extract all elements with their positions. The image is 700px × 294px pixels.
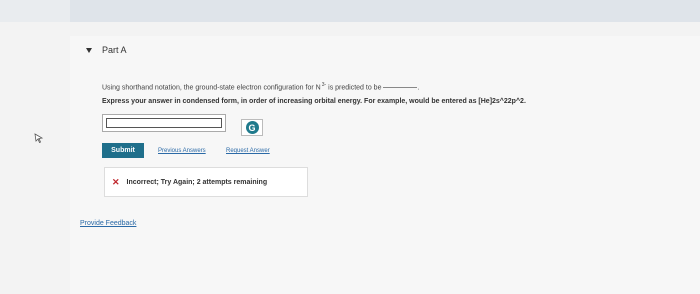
- ion-charge: 3-: [321, 82, 327, 88]
- top-panel: [70, 0, 700, 22]
- answer-input[interactable]: [106, 118, 222, 128]
- submit-button[interactable]: Submit: [102, 143, 144, 158]
- feedback-box: ✕ Incorrect; Try Again; 2 attempts remai…: [104, 167, 308, 197]
- answer-box: [102, 114, 226, 132]
- feedback-message: Incorrect; Try Again; 2 attempts remaini…: [126, 178, 268, 186]
- x-icon: ✕: [112, 176, 120, 187]
- question-text: Using shorthand notation, the ground-sta…: [102, 82, 419, 91]
- question-prefix: Using shorthand notation, the ground-sta…: [102, 84, 321, 92]
- g-icon: G: [245, 121, 259, 134]
- request-answer-link[interactable]: Request Answer: [226, 148, 270, 154]
- mouse-cursor-icon: [34, 133, 44, 143]
- previous-answers-link[interactable]: Previous Answers: [158, 148, 206, 154]
- answer-blank: [383, 87, 418, 89]
- tool-button[interactable]: G: [241, 119, 263, 136]
- part-title: Part A: [102, 45, 127, 55]
- caret-down-icon[interactable]: [86, 47, 92, 53]
- part-content: Using shorthand notation, the ground-sta…: [70, 64, 700, 294]
- instruction-text: Express your answer in condensed form, i…: [102, 98, 526, 105]
- part-header[interactable]: Part A: [70, 36, 700, 64]
- provide-feedback-link[interactable]: Provide Feedback: [80, 220, 136, 227]
- question-suffix: is predicted to be: [328, 84, 382, 92]
- question-trailing: .: [417, 84, 420, 92]
